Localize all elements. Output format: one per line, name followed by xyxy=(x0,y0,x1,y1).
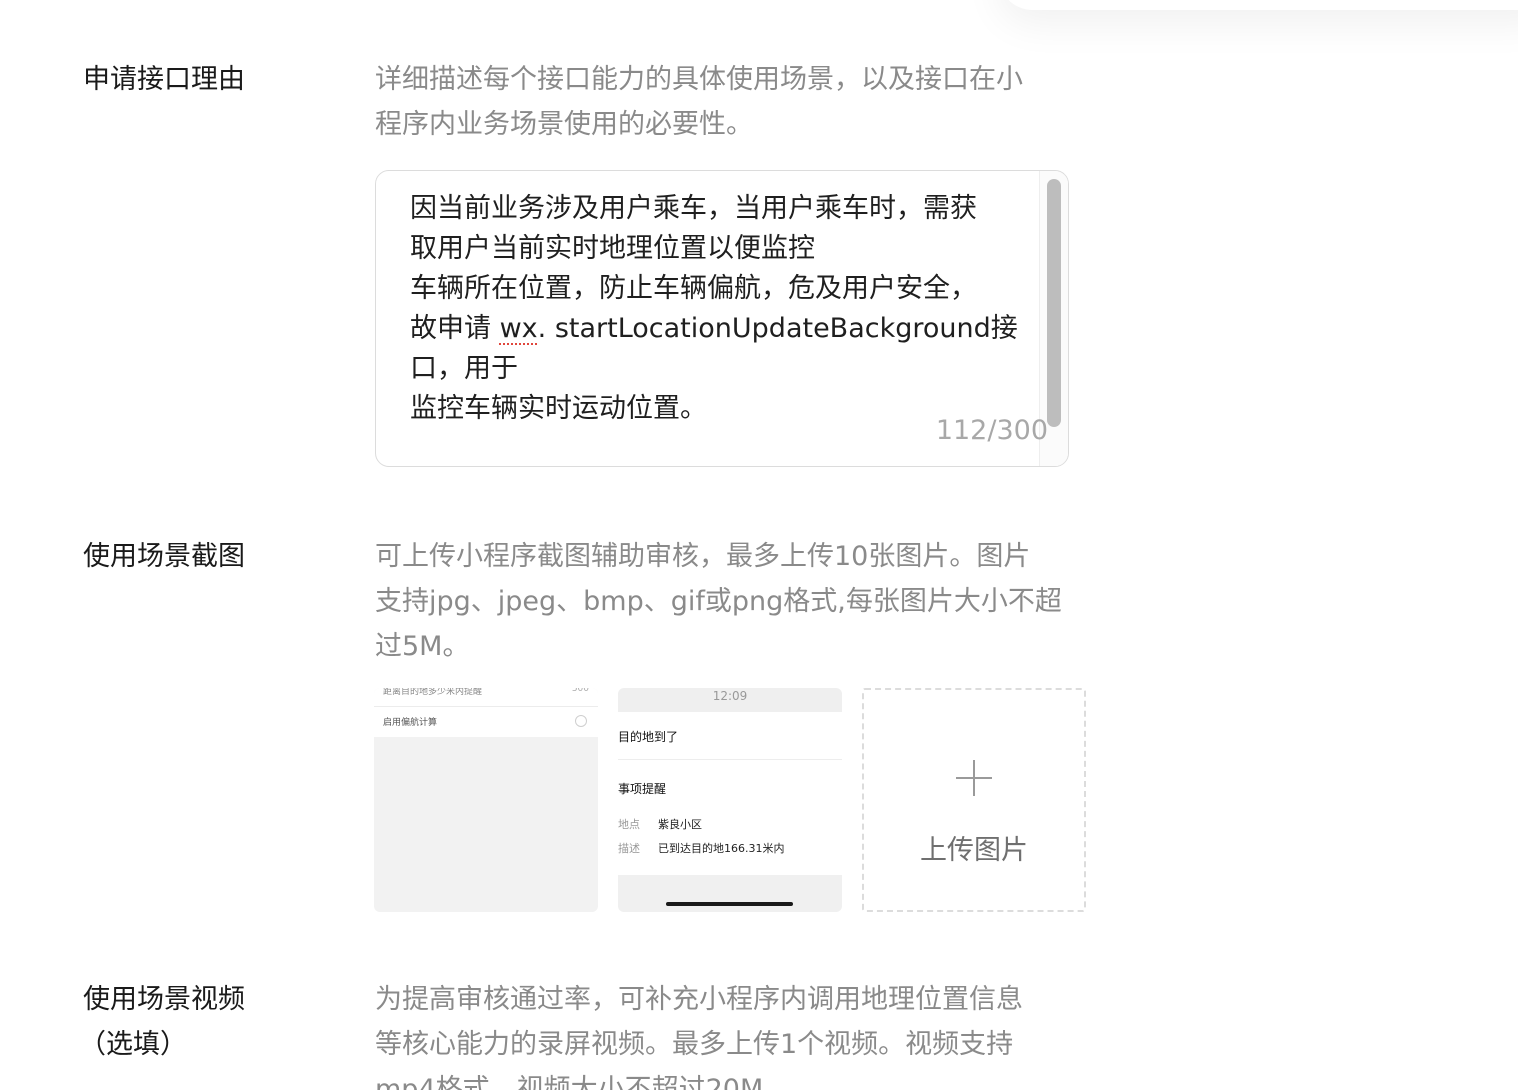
divider xyxy=(618,759,842,760)
reason-label: 申请接口理由 xyxy=(83,64,245,95)
textarea-line: 口，用于 xyxy=(410,353,518,384)
home-indicator xyxy=(666,902,793,906)
video-desc-line: 为提高审核通过率，可补充小程序内调用地理位置信息 xyxy=(375,984,1023,1015)
reason-desc-line: 详细描述每个接口能力的具体使用场景，以及接口在小 xyxy=(375,64,1023,95)
panel-shadow xyxy=(998,0,1518,10)
video-label-optional: （选填） xyxy=(79,1029,187,1060)
video-description: 为提高审核通过率，可补充小程序内调用地理位置信息 等核心能力的录屏视频。最多上传… xyxy=(375,977,1075,1090)
screenshots-desc-line: 过5M。 xyxy=(375,631,470,662)
uploaded-screenshot-1[interactable]: 距离目的地多少米内提醒 500 启用偏航计算 xyxy=(374,688,598,912)
divider xyxy=(374,706,598,707)
textarea-line: 车辆所在位置，防止车辆偏航，危及用户安全， xyxy=(410,273,977,304)
char-counter: 112/300 xyxy=(935,415,1048,446)
textarea-text-fragment: 故申请 xyxy=(410,313,500,344)
video-desc-line: 等核心能力的录屏视频。最多上传1个视频。视频支持 xyxy=(375,1029,1014,1060)
video-label: 使用场景视频 （选填） xyxy=(79,977,245,1067)
screenshots-desc-line: 可上传小程序截图辅助审核，最多上传10张图片。图片 xyxy=(375,541,1031,572)
notification-subtitle: 事项提醒 xyxy=(618,782,667,796)
textarea-line: 监控车辆实时运动位置。 xyxy=(410,393,707,424)
screenshots-description: 可上传小程序截图辅助审核，最多上传10张图片。图片 支持jpg、jpeg、bmp… xyxy=(375,534,1075,669)
form-page: 申请接口理由 详细描述每个接口能力的具体使用场景，以及接口在小 程序内业务场景使… xyxy=(0,0,1518,1090)
uploaded-screenshot-2[interactable]: 12:09 目的地到了 事项提醒 地点 紫良小区 描述 已到达目的地166.31… xyxy=(618,688,842,912)
spellcheck-word: wx xyxy=(499,313,538,344)
reason-description: 详细描述每个接口能力的具体使用场景，以及接口在小 程序内业务场景使用的必要性。 xyxy=(375,57,1075,147)
setting-row-value: 500 xyxy=(571,688,589,694)
radio-icon xyxy=(575,715,587,727)
reason-textarea-content[interactable]: 因当前业务涉及用户乘车，当用户乘车时，需获 取用户当前实时地理位置以便监控 车辆… xyxy=(410,189,1018,429)
scrollbar-thumb[interactable] xyxy=(1047,179,1061,427)
screenshots-label: 使用场景截图 xyxy=(83,541,245,572)
setting-row-label: 启用偏航计算 xyxy=(383,718,438,728)
textarea-line: 取用户当前实时地理位置以便监控 xyxy=(410,233,815,264)
reason-desc-line: 程序内业务场景使用的必要性。 xyxy=(375,109,753,140)
video-desc-line: mp4格式，视频大小不超过20M。 xyxy=(375,1074,791,1090)
phone-bottom-bar xyxy=(618,875,842,912)
field-key: 地点 xyxy=(618,818,640,831)
field-value: 已到达目的地166.31米内 xyxy=(658,842,785,855)
plus-icon xyxy=(956,760,992,796)
screenshots-desc-line: 支持jpg、jpeg、bmp、gif或png格式,每张图片大小不超 xyxy=(375,586,1062,617)
notification-title: 目的地到了 xyxy=(618,730,679,744)
textarea-line: 故申请 wx. startLocationUpdateBackground接 xyxy=(410,309,1018,349)
setting-row-label: 距离目的地多少米内提醒 xyxy=(383,688,483,697)
phone-status-bar: 12:09 xyxy=(618,688,842,712)
field-value: 紫良小区 xyxy=(658,818,702,831)
field-key: 描述 xyxy=(618,842,640,855)
upload-image-button[interactable]: 上传图片 xyxy=(862,688,1086,912)
video-label-line: 使用场景视频 xyxy=(83,984,245,1015)
upload-label: 上传图片 xyxy=(920,835,1028,866)
textarea-line: 因当前业务涉及用户乘车，当用户乘车时，需获 xyxy=(410,193,977,224)
textarea-text-fragment: . startLocationUpdateBackground接 xyxy=(537,313,1018,344)
reason-textarea[interactable]: 因当前业务涉及用户乘车，当用户乘车时，需获 取用户当前实时地理位置以便监控 车辆… xyxy=(375,170,1069,467)
